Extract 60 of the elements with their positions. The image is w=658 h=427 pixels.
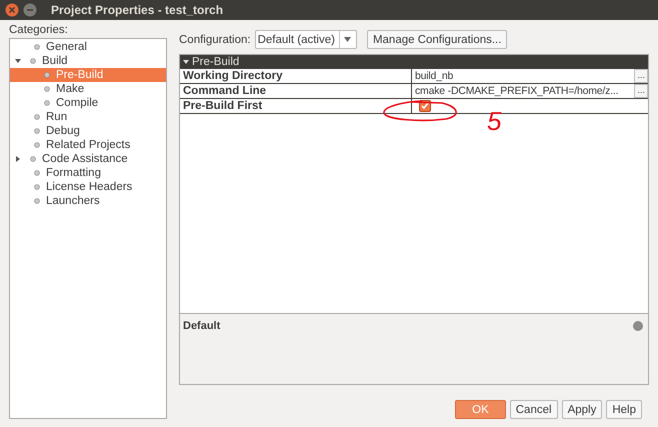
dialog-button[interactable]: Help xyxy=(606,400,642,419)
tree-item[interactable]: Launchers xyxy=(10,194,166,208)
tree-item[interactable]: License Headers xyxy=(10,180,166,194)
tree-item[interactable]: General xyxy=(10,40,166,54)
dropdown-arrow-icon xyxy=(344,37,352,42)
tree-label: Related Projects xyxy=(46,139,130,151)
tree-label: License Headers xyxy=(46,181,132,193)
bullet-icon xyxy=(28,154,38,164)
tree-item[interactable]: Build xyxy=(10,54,166,68)
expanded-arrow-icon[interactable] xyxy=(14,57,22,65)
tree-label: Formatting xyxy=(46,167,101,179)
section-header[interactable]: Pre-Build xyxy=(180,55,648,70)
bullet-icon xyxy=(32,168,42,178)
property-value[interactable]: build_nb xyxy=(415,70,454,82)
configuration-label: Configuration: xyxy=(179,34,251,46)
categories-label: Categories: xyxy=(9,24,69,38)
manage-configurations-button[interactable]: Manage Configurations... xyxy=(366,30,508,50)
bullet-icon xyxy=(32,42,42,52)
property-value[interactable]: cmake -DCMAKE_PREFIX_PATH=/home/z... xyxy=(415,85,618,98)
tree-label: Make xyxy=(56,83,84,95)
collapsed-arrow-icon[interactable] xyxy=(14,155,22,163)
bullet-icon xyxy=(32,182,42,192)
bullet-icon xyxy=(32,196,42,206)
tree-label: General xyxy=(46,41,87,53)
tree-item[interactable]: Run xyxy=(10,110,166,124)
tree-label: Run xyxy=(46,111,68,123)
tree-label: Build xyxy=(42,55,68,67)
bullet-icon xyxy=(32,140,42,150)
dialog-button[interactable]: Apply xyxy=(562,400,602,419)
tree-label: Compile xyxy=(56,97,98,109)
configuration-dropdown[interactable]: Default (active) xyxy=(254,30,357,50)
expanded-arrow-icon xyxy=(183,59,189,66)
browse-button[interactable]: ... xyxy=(634,84,648,98)
property-name: Working Directory xyxy=(180,69,412,84)
property-name: Pre-Build First xyxy=(180,99,412,114)
property-name: Command Line xyxy=(180,84,412,98)
tree-item[interactable]: Make xyxy=(10,82,166,96)
bullet-icon xyxy=(42,98,52,108)
bullet-icon xyxy=(32,112,42,122)
status-icon xyxy=(632,320,644,332)
tree-label: Debug xyxy=(46,125,80,137)
browse-button[interactable]: ... xyxy=(634,69,648,84)
close-icon[interactable] xyxy=(5,3,19,17)
tree-item[interactable]: Compile xyxy=(10,96,166,110)
tree-item[interactable]: Debug xyxy=(10,124,166,138)
description-title: Default xyxy=(183,320,220,334)
tree-item[interactable]: Formatting xyxy=(10,166,166,180)
bullet-icon xyxy=(32,126,42,136)
bullet-icon xyxy=(42,84,52,94)
annotation-mark: 5 xyxy=(487,108,502,134)
bullet-icon xyxy=(42,70,52,80)
minimize-icon[interactable] xyxy=(23,3,37,17)
tree-item[interactable]: Code Assistance xyxy=(10,152,166,166)
tree-item[interactable]: Related Projects xyxy=(10,138,166,152)
tree-label: Code Assistance xyxy=(42,153,128,165)
tree-label: Pre-Build xyxy=(56,69,104,81)
bullet-icon xyxy=(28,56,38,66)
window-title: Project Properties - test_torch xyxy=(51,3,224,17)
dialog-button[interactable]: Cancel xyxy=(510,400,558,419)
tree-label: Launchers xyxy=(46,195,100,207)
